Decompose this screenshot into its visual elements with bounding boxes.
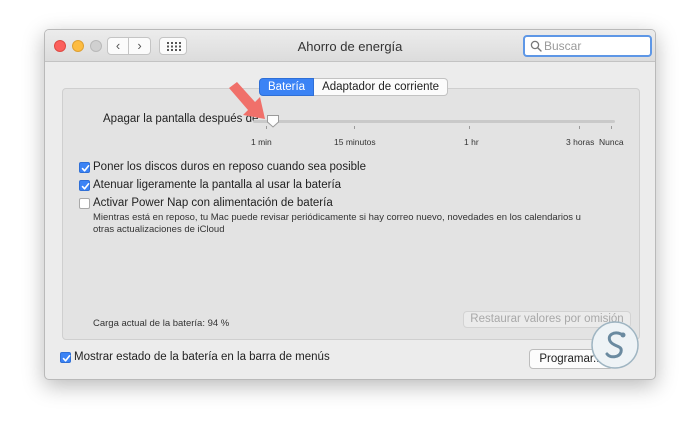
checkmark-icon	[81, 165, 90, 172]
checkmark-icon	[62, 355, 71, 362]
search-input[interactable]	[544, 38, 648, 54]
hard-disk-sleep-checkbox[interactable]	[79, 162, 90, 173]
tab-power-adapter[interactable]: Adaptador de corriente	[314, 78, 449, 96]
power-nap-checkbox[interactable]	[79, 198, 90, 209]
show-battery-status-checkbox[interactable]	[60, 352, 71, 363]
tick-label-never: Nunca	[599, 137, 624, 147]
dim-display-checkbox[interactable]	[79, 180, 90, 191]
search-icon	[530, 40, 542, 52]
battery-charge-status: Carga actual de la batería: 94 %	[93, 318, 230, 329]
tick-label-15min: 15 minutos	[334, 137, 376, 147]
tab-battery[interactable]: Batería	[259, 78, 315, 96]
power-nap-label: Activar Power Nap con alimentación de ba…	[93, 197, 333, 209]
slider-tick	[354, 126, 355, 129]
tick-label-1hr: 1 hr	[464, 137, 479, 147]
title-bar: ‹ › Ahorro de energía	[45, 30, 655, 62]
show-battery-status-label: Mostrar estado de la batería en la barra…	[74, 351, 330, 363]
dim-display-label: Atenuar ligeramente la pantalla al usar …	[93, 179, 342, 191]
power-nap-description: Mientras está en reposo, tu Mac puede re…	[93, 212, 581, 235]
search-field[interactable]	[523, 35, 652, 57]
tick-label-1min: 1 min	[251, 137, 272, 147]
energy-saver-window: ‹ › Ahorro de energía Batería Adaptador …	[44, 29, 656, 380]
watermark-logo-icon	[591, 321, 639, 369]
tab-bar: Batería Adaptador de corriente	[259, 78, 449, 96]
slider-tick	[469, 126, 470, 129]
hard-disk-sleep-label: Poner los discos duros en reposo cuando …	[93, 161, 366, 173]
slider-tick	[611, 126, 612, 129]
checkmark-icon	[81, 183, 90, 190]
tick-label-3hours: 3 horas	[566, 137, 595, 147]
display-sleep-slider-track[interactable]	[253, 120, 615, 123]
slider-tick	[579, 126, 580, 129]
